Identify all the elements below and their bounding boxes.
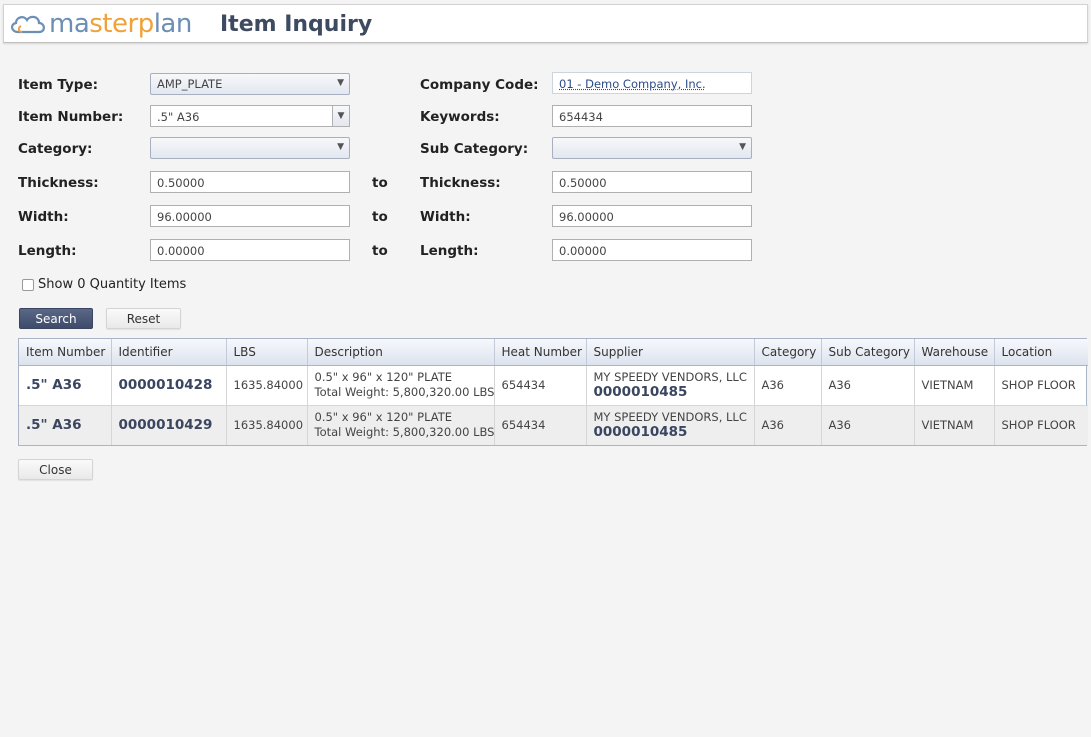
company-code-label: Company Code:: [420, 77, 539, 93]
col-header-item-number[interactable]: Item Number: [19, 339, 112, 366]
sub-category-cell: A36: [821, 405, 915, 445]
thickness-to-label: Thickness:: [420, 175, 501, 191]
masterplan-logo[interactable]: masterplan: [8, 8, 192, 40]
width-to-label: Width:: [420, 209, 471, 225]
chevron-down-icon: ▼: [337, 78, 344, 88]
length-from-input[interactable]: 0.00000: [150, 239, 350, 261]
supplier-cell: MY SPEEDY VENDORS, LLC 0000010485: [586, 365, 755, 406]
chevron-down-icon: ▼: [337, 142, 344, 152]
description-cell: 0.5" x 96" x 120" PLATE Total Weight: 5,…: [307, 405, 495, 445]
item-number-cell[interactable]: .5" A36: [26, 377, 82, 393]
col-header-location[interactable]: Location: [994, 339, 1088, 366]
supplier-name: MY SPEEDY VENDORS, LLC: [593, 410, 747, 425]
keywords-input[interactable]: 654434: [552, 105, 752, 127]
supplier-cell: MY SPEEDY VENDORS, LLC 0000010485: [586, 405, 755, 445]
length-to-input[interactable]: 0.00000: [552, 239, 752, 261]
category-cell: A36: [754, 365, 822, 406]
lbs-cell: 1635.84000: [226, 365, 308, 406]
identifier-cell[interactable]: 0000010429: [119, 417, 213, 433]
supplier-name: MY SPEEDY VENDORS, LLC: [593, 370, 747, 384]
sub-category-label: Sub Category:: [420, 141, 529, 157]
category-label: Category:: [18, 141, 93, 157]
item-type-value: AMP_PLATE: [157, 77, 223, 91]
to-label: to: [372, 243, 388, 259]
chevron-down-icon[interactable]: ▼: [332, 106, 349, 126]
to-label: to: [372, 209, 388, 225]
results-grid: Item Number Identifier LBS Description H…: [18, 338, 1088, 446]
logo-wordmark: masterplan: [49, 9, 192, 39]
location-cell: SHOP FLOOR: [994, 405, 1088, 445]
category-cell: A36: [754, 405, 822, 445]
to-label: to: [372, 175, 388, 191]
thickness-from-label: Thickness:: [18, 175, 99, 191]
chevron-down-icon: ▼: [739, 142, 746, 152]
reset-button[interactable]: Reset: [106, 308, 181, 329]
col-header-warehouse[interactable]: Warehouse: [914, 339, 995, 366]
col-header-category[interactable]: Category: [754, 339, 822, 366]
warehouse-cell: VIETNAM: [914, 365, 995, 406]
col-header-supplier[interactable]: Supplier: [586, 339, 755, 366]
col-header-sub-category[interactable]: Sub Category: [821, 339, 915, 366]
company-code-field[interactable]: 01 - Demo Company, Inc.: [552, 72, 752, 94]
table-row[interactable]: .5" A36 0000010429 1635.84000 0.5" x 96"…: [19, 405, 1088, 445]
page-title: Item Inquiry: [220, 12, 373, 37]
item-number-value: .5" A36: [157, 110, 200, 124]
item-number-cell[interactable]: .5" A36: [26, 417, 82, 433]
location-cell: SHOP FLOOR: [994, 365, 1088, 406]
supplier-id[interactable]: 0000010485: [594, 425, 747, 440]
width-from-label: Width:: [18, 209, 69, 225]
total-weight-line: Total Weight: 5,800,320.00 LBS: [314, 425, 494, 440]
lbs-cell: 1635.84000: [226, 405, 308, 445]
item-type-select[interactable]: AMP_PLATE ▼: [150, 73, 350, 95]
close-button[interactable]: Close: [18, 459, 93, 480]
show-zero-qty-checkbox[interactable]: [22, 278, 34, 291]
total-weight-line: Total Weight: 5,800,320.00 LBS: [314, 385, 494, 399]
length-to-label: Length:: [420, 243, 479, 259]
sub-category-select[interactable]: ▼: [552, 137, 752, 159]
company-code-value[interactable]: 01 - Demo Company, Inc.: [559, 77, 706, 91]
item-number-label: Item Number:: [18, 109, 124, 125]
width-to-input[interactable]: 96.00000: [552, 205, 752, 227]
heat-number-cell: 654434: [494, 365, 587, 406]
grid-header-row: Item Number Identifier LBS Description H…: [19, 339, 1088, 366]
table-row[interactable]: .5" A36 0000010428 1635.84000 0.5" x 96"…: [19, 365, 1088, 406]
warehouse-cell: VIETNAM: [914, 405, 995, 445]
col-header-description[interactable]: Description: [307, 339, 495, 366]
item-type-label: Item Type:: [18, 77, 99, 93]
thickness-from-input[interactable]: 0.50000: [150, 171, 350, 193]
show-zero-qty-label[interactable]: Show 0 Quantity Items: [38, 277, 186, 292]
thickness-to-input[interactable]: 0.50000: [552, 171, 752, 193]
description-line: 0.5" x 96" x 120" PLATE: [314, 410, 453, 425]
supplier-id[interactable]: 0000010485: [594, 385, 747, 400]
width-from-input[interactable]: 96.00000: [150, 205, 350, 227]
col-header-heat-number[interactable]: Heat Number: [494, 339, 587, 366]
category-select[interactable]: ▼: [150, 137, 350, 159]
search-button[interactable]: Search: [19, 308, 93, 329]
length-from-label: Length:: [18, 243, 77, 259]
description-cell: 0.5" x 96" x 120" PLATE Total Weight: 5,…: [307, 365, 495, 406]
sub-category-cell: A36: [821, 365, 915, 406]
col-header-lbs[interactable]: LBS: [226, 339, 308, 366]
description-line: 0.5" x 96" x 120" PLATE: [314, 370, 453, 384]
item-number-combo[interactable]: .5" A36 ▼: [150, 105, 350, 127]
show-zero-qty-row[interactable]: Show 0 Quantity Items: [22, 277, 186, 292]
app-header: masterplan Item Inquiry: [3, 4, 1088, 43]
keywords-label: Keywords:: [420, 109, 500, 125]
cloud-icon: [11, 15, 45, 34]
heat-number-cell: 654434: [494, 405, 587, 445]
col-header-identifier[interactable]: Identifier: [111, 339, 227, 366]
identifier-cell[interactable]: 0000010428: [119, 377, 213, 393]
